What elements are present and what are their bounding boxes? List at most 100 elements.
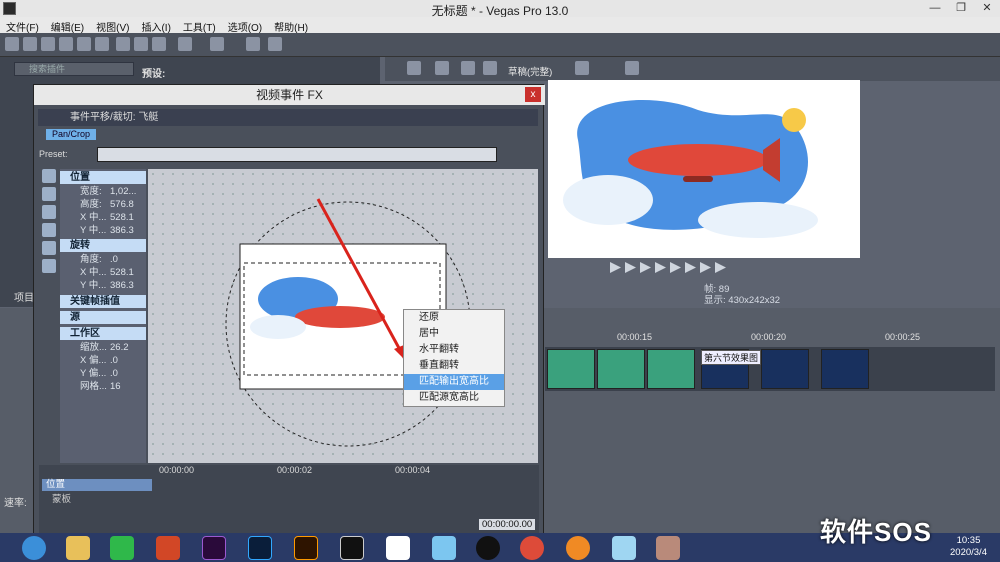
mask-icon[interactable] [42, 241, 56, 255]
stop-icon[interactable] [685, 262, 696, 273]
play-from-start-icon[interactable] [640, 262, 651, 273]
go-to-start-icon[interactable] [700, 262, 711, 273]
menu-item-match-source-aspect[interactable]: 匹配源宽高比 [404, 390, 504, 406]
redo-icon[interactable] [210, 37, 224, 51]
app-icon[interactable] [612, 536, 636, 560]
snap-grid-icon[interactable] [42, 259, 56, 273]
menu-item-restore[interactable]: 还原 [404, 310, 504, 326]
illustrator-icon[interactable] [294, 536, 318, 560]
open-icon[interactable] [23, 37, 37, 51]
powerpoint-icon[interactable] [156, 536, 180, 560]
save-snapshot-icon[interactable] [625, 61, 639, 75]
loop-icon[interactable] [625, 262, 636, 273]
link-icon[interactable] [42, 223, 56, 237]
app-icon[interactable] [656, 536, 680, 560]
render-icon[interactable] [77, 37, 91, 51]
show-properties-icon[interactable] [42, 169, 56, 183]
record-icon[interactable] [610, 262, 621, 273]
overlay-icon[interactable] [483, 61, 497, 75]
external-monitor-icon[interactable] [435, 61, 449, 75]
menu-item-match-output-aspect[interactable]: 匹配输出宽高比 [404, 374, 504, 390]
menu-item-center[interactable]: 居中 [404, 326, 504, 342]
video-preview [548, 80, 860, 258]
close-icon[interactable]: ✕ [974, 0, 1000, 16]
prop-y-center[interactable]: Y 中... 386.3 [60, 224, 146, 237]
edit-tool-icon[interactable] [246, 37, 260, 51]
video-clip-thumb[interactable] [761, 349, 809, 389]
prop-rot-x-center[interactable]: X 中... 528.1 [60, 266, 146, 279]
envelope-tool-icon[interactable] [268, 37, 282, 51]
tab-pan-crop[interactable]: Pan/Crop [46, 129, 96, 140]
chat-app-icon[interactable] [432, 536, 456, 560]
file-explorer-icon[interactable] [66, 536, 90, 560]
section-position[interactable]: 位置 [60, 171, 146, 184]
system-clock[interactable]: 10:35 2020/3/4 [950, 535, 987, 559]
prop-width[interactable]: 宽度: 1,02... [60, 185, 146, 198]
video-clip-thumb[interactable] [547, 349, 595, 389]
qq-icon[interactable] [476, 536, 500, 560]
preset-dropdown[interactable] [97, 147, 497, 162]
prop-angle[interactable]: 角度: .0 [60, 253, 146, 266]
app-icon[interactable] [386, 536, 410, 560]
chrome-icon[interactable] [520, 536, 544, 560]
minimize-icon[interactable]: — [922, 0, 948, 16]
fx-chain-label: 事件平移/裁切: 飞艇 [38, 109, 538, 126]
play-icon[interactable] [655, 262, 666, 273]
prop-x-offset[interactable]: X 偏... .0 [60, 354, 146, 367]
zoom-edit-icon[interactable] [42, 205, 56, 219]
prop-grid[interactable]: 网格... 16 [60, 380, 146, 393]
keyframe-track-position[interactable]: 位置 [42, 479, 152, 491]
keyframe-track-mask[interactable]: 蒙板 [52, 491, 71, 505]
prop-zoom[interactable]: 缩放... 26.2 [60, 341, 146, 354]
section-workspace[interactable]: 工作区 [60, 327, 146, 340]
frame-info: 帧: 89 显示: 430x242x32 [704, 284, 780, 306]
main-toolbar [0, 33, 1000, 57]
section-source[interactable]: 源 [60, 311, 146, 324]
video-clip-thumb[interactable] [821, 349, 869, 389]
prop-height[interactable]: 高度: 576.8 [60, 198, 146, 211]
prop-y-offset[interactable]: Y 偏... .0 [60, 367, 146, 380]
plugin-search-input[interactable]: 搜索插件 [14, 62, 134, 76]
split-screen-icon[interactable] [461, 61, 475, 75]
pause-icon[interactable] [670, 262, 681, 273]
copy-icon[interactable] [134, 37, 148, 51]
preview-toolbar [385, 57, 1000, 81]
keyframe-controller [39, 465, 539, 535]
wechat-icon[interactable] [110, 536, 134, 560]
preview-quality-select[interactable]: 草稿(完整) [508, 64, 552, 78]
normal-edit-icon[interactable] [42, 187, 56, 201]
project-tab[interactable]: 项目 [14, 289, 34, 304]
menu-item-flip-horizontal[interactable]: 水平翻转 [404, 342, 504, 358]
section-keyframe-interp[interactable]: 关键帧插值 [60, 295, 146, 308]
dialog-close-icon[interactable]: x [525, 87, 541, 102]
vegas-taskbar-icon[interactable] [340, 536, 364, 560]
video-clip-thumb[interactable] [647, 349, 695, 389]
premiere-icon[interactable] [202, 536, 226, 560]
undo-icon[interactable] [178, 37, 192, 51]
restore-icon[interactable]: ❐ [948, 0, 974, 16]
go-to-end-icon[interactable] [715, 262, 726, 273]
section-rotation[interactable]: 旋转 [60, 239, 146, 252]
save-as-icon[interactable] [59, 37, 73, 51]
paste-icon[interactable] [152, 37, 166, 51]
kf-ruler-tick: 00:00:00 [159, 465, 195, 475]
menu-item-flip-vertical[interactable]: 垂直翻转 [404, 358, 504, 374]
keyframe-time-display: 00:00:00.00 [479, 519, 536, 530]
save-icon[interactable] [41, 37, 55, 51]
display-value: 430x242x32 [728, 295, 781, 306]
new-icon[interactable] [5, 37, 19, 51]
photoshop-icon[interactable] [248, 536, 272, 560]
app-icon[interactable] [566, 536, 590, 560]
cut-icon[interactable] [116, 37, 130, 51]
menu-bar: 文件(F) 编辑(E) 视图(V) 插入(I) 工具(T) 选项(O) 帮助(H) [0, 17, 1000, 34]
video-track[interactable] [545, 347, 995, 391]
preview-properties-icon[interactable] [407, 61, 421, 75]
prop-x-center[interactable]: X 中... 528.1 [60, 211, 146, 224]
properties-icon[interactable] [95, 37, 109, 51]
watermark-logo: 软件SOS [820, 517, 932, 547]
browser-icon[interactable] [22, 536, 46, 560]
timeline-ruler[interactable]: 00:00:15 00:00:20 00:00:25 [545, 332, 995, 344]
copy-snapshot-icon[interactable] [575, 61, 589, 75]
video-clip-thumb[interactable] [597, 349, 645, 389]
prop-rot-y-center[interactable]: Y 中... 386.3 [60, 279, 146, 292]
